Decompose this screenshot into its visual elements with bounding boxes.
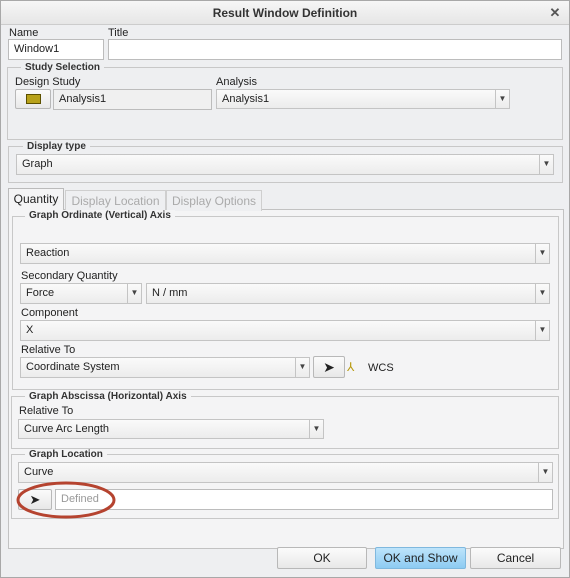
display-type-select[interactable]: Graph ▼: [16, 154, 554, 175]
name-label: Name: [9, 27, 39, 39]
abscissa-relative-label: Relative To: [19, 405, 74, 417]
ordinate-relative-value: Coordinate System: [26, 361, 120, 373]
chevron-down-icon: ▼: [295, 358, 309, 377]
title-input[interactable]: [108, 39, 562, 60]
units-value: N / mm: [152, 287, 188, 299]
ordinate-relative-label: Relative To: [21, 344, 76, 356]
highlight-ellipse: [16, 481, 116, 519]
tab-display-options[interactable]: Display Options: [166, 190, 262, 211]
units-select[interactable]: N / mm ▼: [146, 283, 550, 304]
graph-location-legend: Graph Location: [25, 449, 107, 460]
title-label: Title: [108, 27, 129, 39]
component-select[interactable]: X ▼: [20, 320, 550, 341]
ordinate-legend: Graph Ordinate (Vertical) Axis: [25, 210, 175, 221]
design-study-field: Analysis1: [53, 89, 212, 110]
close-icon[interactable]: ✕: [546, 5, 564, 21]
dialog-title: Result Window Definition: [212, 6, 358, 20]
ordinate-relative-select[interactable]: Coordinate System ▼: [20, 357, 310, 378]
title-bar: Result Window Definition: [1, 1, 569, 25]
abscissa-relative-select[interactable]: Curve Arc Length ▼: [18, 419, 324, 439]
abscissa-relative-value: Curve Arc Length: [24, 423, 109, 435]
secondary-quantity-label: Secondary Quantity: [21, 270, 118, 282]
component-value: X: [26, 324, 34, 336]
chevron-down-icon: ▼: [127, 284, 141, 303]
quantity-value: Reaction: [26, 247, 70, 259]
coordinate-system-icon: ⅄: [347, 360, 355, 374]
chevron-down-icon: ▼: [539, 155, 553, 174]
secondary-quantity-select[interactable]: Force ▼: [20, 283, 142, 304]
analysis-value: Analysis1: [222, 93, 270, 105]
display-type-legend: Display type: [23, 141, 90, 152]
chevron-down-icon: ▼: [535, 321, 549, 340]
chevron-down-icon: ▼: [535, 284, 549, 303]
component-label: Component: [21, 307, 78, 319]
quantity-select[interactable]: Reaction ▼: [20, 243, 550, 264]
csys-name: WCS: [368, 362, 394, 374]
open-study-button[interactable]: [15, 89, 51, 109]
tab-quantity[interactable]: Quantity: [8, 188, 64, 210]
select-csys-button[interactable]: ➤: [313, 356, 345, 378]
chevron-down-icon: ▼: [495, 90, 509, 108]
analysis-select[interactable]: Analysis1 ▼: [216, 89, 510, 109]
curve-selection-field[interactable]: Defined: [55, 489, 553, 510]
folder-open-icon: [25, 94, 41, 104]
tab-display-location[interactable]: Display Location: [65, 190, 166, 211]
ok-button[interactable]: OK: [277, 547, 367, 569]
abscissa-legend: Graph Abscissa (Horizontal) Axis: [25, 391, 191, 402]
name-input[interactable]: Window1: [8, 39, 104, 60]
chevron-down-icon: ▼: [309, 420, 323, 438]
chevron-down-icon: ▼: [535, 244, 549, 263]
display-type-value: Graph: [22, 158, 53, 170]
ok-and-show-button[interactable]: OK and Show: [375, 547, 466, 569]
analysis-label: Analysis: [216, 76, 257, 88]
design-study-label: Design Study: [15, 76, 81, 88]
secondary-quantity-value: Force: [26, 287, 55, 299]
study-selection-legend: Study Selection: [21, 62, 105, 73]
chevron-down-icon: ▼: [538, 463, 552, 482]
result-window-dialog: Result Window Definition ✕ Name Window1 …: [0, 0, 570, 578]
cursor-arrow-icon: ➤: [323, 359, 335, 375]
cancel-button[interactable]: Cancel: [470, 547, 561, 569]
